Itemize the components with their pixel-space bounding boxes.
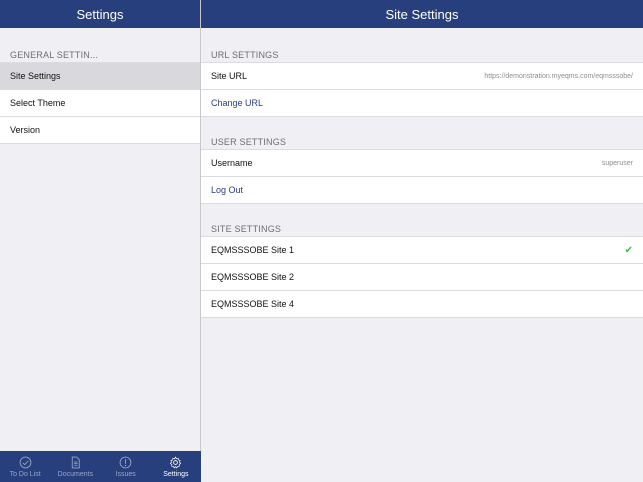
site-option-label: EQMSSSOBE Site 2	[211, 272, 295, 282]
sidebar-title: Settings	[76, 6, 124, 22]
sidebar-item-site-settings[interactable]: Site Settings	[0, 63, 200, 90]
document-icon	[71, 456, 80, 468]
username-row: Username superuser	[201, 150, 643, 177]
site-settings-header: SITE SETTINGS	[211, 224, 282, 234]
sidebar-item-select-theme[interactable]: Select Theme	[0, 90, 200, 117]
site-option-1[interactable]: EQMSSSOBE Site 1 ✔	[201, 237, 643, 264]
detail-navbar: Site Settings	[201, 0, 643, 28]
site-settings-panel: Site Settings URL SETTINGS Site URL http…	[201, 0, 643, 482]
checkmark-circle-icon	[19, 456, 31, 468]
log-out-row[interactable]: Log Out	[201, 177, 643, 204]
site-option-2[interactable]: EQMSSSOBE Site 2	[201, 264, 643, 291]
site-url-value: https://demonstration.myeqms.com/eqmssso…	[484, 72, 633, 80]
checkmark-icon: ✔	[624, 244, 633, 256]
site-option-4[interactable]: EQMSSSOBE Site 4	[201, 291, 643, 318]
url-settings-header: URL SETTINGS	[211, 50, 279, 60]
tab-to-do-list[interactable]: To Do List	[0, 451, 50, 482]
sidebar-navbar: Settings	[0, 0, 200, 28]
change-url-button[interactable]: Change URL	[211, 98, 263, 108]
tab-label: Settings	[163, 470, 189, 478]
site-option-label: EQMSSSOBE Site 1	[211, 245, 295, 255]
tab-documents[interactable]: Documents	[50, 451, 100, 482]
sidebar-item-label: Select Theme	[10, 98, 66, 108]
alert-circle-icon	[119, 456, 132, 468]
sidebar-item-version[interactable]: Version	[0, 117, 200, 144]
general-settings-header: GENERAL SETTIN...	[10, 50, 99, 60]
settings-sidebar: Settings GENERAL SETTIN... Site Settings…	[0, 0, 201, 482]
tab-label: Issues	[115, 470, 136, 478]
site-url-label: Site URL	[211, 71, 248, 81]
tab-bar: To Do List Documents Issues Settings	[0, 451, 201, 482]
gear-icon	[170, 455, 182, 469]
sidebar-item-label: Site Settings	[10, 71, 61, 81]
detail-title: Site Settings	[385, 6, 459, 22]
username-label: Username	[211, 158, 253, 168]
sidebar-item-label: Version	[10, 125, 41, 135]
user-settings-header: USER SETTINGS	[211, 137, 287, 147]
tab-label: Documents	[57, 470, 94, 478]
username-value: superuser	[601, 159, 633, 167]
tab-issues[interactable]: Issues	[101, 451, 151, 482]
change-url-row[interactable]: Change URL	[201, 90, 643, 117]
site-option-label: EQMSSSOBE Site 4	[211, 299, 295, 309]
log-out-button[interactable]: Log Out	[211, 185, 243, 195]
tab-settings[interactable]: Settings	[151, 451, 201, 482]
tab-label: To Do List	[9, 470, 41, 478]
site-url-row: Site URL https://demonstration.myeqms.co…	[201, 63, 643, 90]
